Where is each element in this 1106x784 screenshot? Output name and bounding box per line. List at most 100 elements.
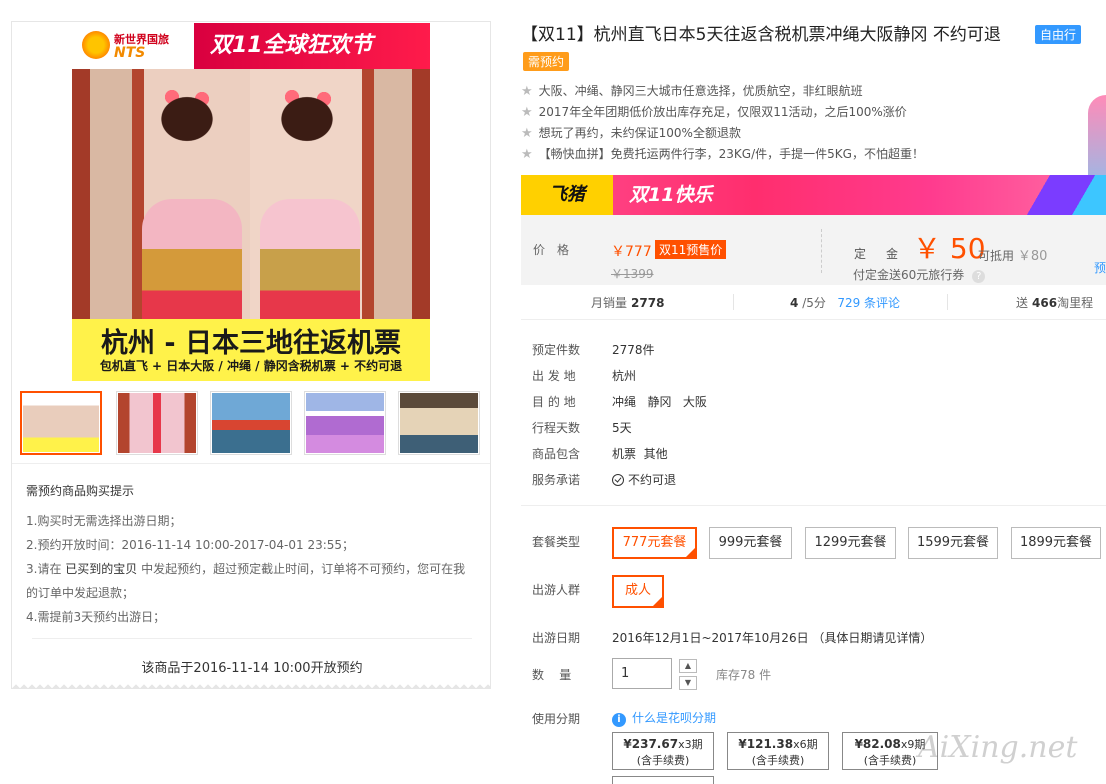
points-count: 466 — [1032, 296, 1058, 310]
installment-amount: ¥121.38 — [738, 737, 794, 751]
caption-subtitle: 包机直飞 + 日本大阪 / 冲绳 / 静冈含税机票 + 不约可退 — [99, 359, 403, 373]
thumbnail-image — [400, 393, 478, 453]
huabei-help-link[interactable]: i 什么是花呗分期 — [612, 709, 716, 727]
info-key: 商品包含 — [532, 447, 581, 461]
thumbnail-5[interactable] — [398, 391, 480, 455]
usable-prefix: 可抵用 — [978, 249, 1015, 263]
check-circle-icon — [612, 474, 624, 486]
deposit-label: 定金 — [854, 247, 919, 261]
quantity-increase-button[interactable]: ▲ — [679, 659, 697, 673]
tip-line-3-cont: 的订单中发起退款； — [26, 586, 135, 600]
double11-banner: 双11全球狂欢节 — [194, 23, 430, 69]
kimono-photo — [72, 69, 430, 365]
info-value: 冲绳 静冈 大阪 — [612, 395, 707, 409]
installment-amount: ¥237.67 — [623, 737, 679, 751]
installment-fee: (含手续费) — [863, 754, 917, 767]
points: 送 466淘里程 — [1016, 294, 1093, 311]
coupon-note: 付定金送60元旅行券? — [853, 266, 986, 283]
tips-title: 需预约商品购买提示 — [26, 484, 135, 498]
huabei-link-text: 什么是花呗分期 — [632, 711, 717, 725]
watermark: AiXing.net — [918, 730, 1078, 765]
original-price: ￥1399 — [611, 267, 654, 281]
installment-period: x3期 — [678, 738, 703, 751]
bought-items-link[interactable]: 已买到的宝贝 — [65, 562, 137, 576]
stat-divider — [733, 294, 734, 310]
info-value: 2778件 — [612, 343, 655, 357]
crowd-label: 出游人群 — [532, 583, 581, 597]
image-banner: 新世界国旅 NTS 双11全球狂欢节 — [72, 23, 430, 69]
feature-item: ★ 大阪、冲绳、静冈三大城市任意选择，优质航空，非红眼航班 — [521, 81, 1081, 102]
deposit-usable: 可抵用 ￥80 — [978, 245, 1047, 264]
feature-item: ★ 想玩了再约，未约保证100%全额退款 — [521, 123, 1081, 144]
promo-text: 双11快乐 — [629, 184, 713, 206]
star-icon: ★ — [521, 84, 533, 99]
package-option-1299[interactable]: 1299元套餐 — [805, 527, 896, 559]
info-key: 预定件数 — [532, 343, 581, 357]
quantity-input[interactable] — [612, 658, 672, 689]
info-row-destination: 目 的 地 冲绳 静冈 大阪 — [532, 393, 1032, 410]
tip-line-2: 2.预约开放时间：2016-11-14 10:00-2017-04-01 23:… — [26, 538, 355, 552]
package-option-1899[interactable]: 1899元套餐 — [1011, 527, 1101, 559]
date-label: 出游日期 — [532, 631, 581, 645]
tip-text: 中发起预约，超过预定截止时间，订单将不可预约，您可在我 — [141, 562, 466, 576]
stats-bar: 月销量 2778 4 /5分 729 条评论 送 466淘里程 — [521, 286, 1106, 320]
thumbnail-image — [118, 393, 196, 453]
thumbnail-3[interactable] — [210, 391, 292, 455]
feature-text: 【畅快血拼】免费托运两件行李，23KG/件，手提一件5KG，不怕超重！ — [538, 147, 924, 161]
info-row-service: 服务承诺 不约可退 — [532, 471, 1032, 488]
info-value: 5天 — [612, 421, 632, 435]
points-prefix: 送 — [1016, 296, 1029, 310]
promo-decoration — [1016, 175, 1106, 215]
thumbnail-image — [212, 393, 290, 453]
installment-fee: (含手续费) — [636, 754, 690, 767]
package-label: 套餐类型 — [532, 535, 581, 549]
thumbnail-image — [23, 394, 99, 452]
product-title: 【双11】杭州直飞日本5天往返含税机票冲绳大阪静冈 不约可退 — [521, 25, 1001, 45]
installment-option-6[interactable]: ¥121.38x6期 (含手续费) — [727, 732, 829, 770]
image-caption: 杭州 - 日本三地往返机票 包机直飞 + 日本大阪 / 冲绳 / 静冈含税机票 … — [72, 319, 430, 381]
thumbnail-strip — [20, 391, 484, 455]
fliggy-logo: 飞猪 — [521, 175, 613, 215]
thumbnail-image — [306, 393, 384, 453]
package-option-1599[interactable]: 1599元套餐 — [908, 527, 998, 559]
feature-item: ★ 2017年全年团期低价放出库存充足，仅限双11活动，之后100%涨价 — [521, 102, 1081, 123]
sun-icon — [82, 31, 110, 59]
feature-list: ★ 大阪、冲绳、静冈三大城市任意选择，优质航空，非红眼航班 ★ 2017年全年团期低… — [521, 81, 1081, 165]
main-product-image[interactable]: 新世界国旅 NTS 双11全球狂欢节 杭州 - 日本三地往返机票 包机直飞 + … — [72, 23, 430, 381]
tip-line-1: 1.购买时无需选择出游日期； — [26, 514, 182, 528]
info-key: 目 的 地 — [532, 395, 576, 409]
feature-text: 2017年全年团期低价放出库存充足，仅限双11活动，之后100%涨价 — [538, 105, 907, 119]
installment-option-12[interactable] — [612, 776, 714, 784]
star-icon: ★ — [521, 147, 533, 162]
coupon-text: 付定金送60元旅行券 — [853, 268, 965, 282]
info-row-days: 行程天数 5天 — [532, 419, 1032, 436]
tip-line-4: 4.需提前3天预约出游日； — [26, 610, 166, 624]
package-option-999[interactable]: 999元套餐 — [709, 527, 792, 559]
help-icon[interactable]: ? — [972, 270, 986, 283]
thumbnail-1[interactable] — [20, 391, 102, 455]
pre-order-link[interactable]: 预 — [1094, 259, 1106, 276]
promo-banner: 飞猪 双11快乐 — [521, 175, 1106, 215]
info-value: 机票 其他 — [612, 447, 668, 461]
info-key: 出 发 地 — [532, 369, 576, 383]
quantity-decrease-button[interactable]: ▼ — [679, 676, 697, 690]
caption-title: 杭州 - 日本三地往返机票 — [100, 328, 401, 359]
tip-line-3: 3.请在 已买到的宝贝 中发起预约，超过预定截止时间，订单将不可预约，您可在我 — [26, 557, 476, 581]
info-row-includes: 商品包含 机票 其他 — [532, 445, 1032, 462]
feature-text: 大阪、冲绳、静冈三大城市任意选择，优质航空，非红眼航班 — [538, 84, 863, 98]
thumbnail-4[interactable] — [304, 391, 386, 455]
tip-text: 3.请在 — [26, 562, 62, 576]
points-suffix: 淘里程 — [1057, 296, 1094, 310]
info-key: 行程天数 — [532, 421, 581, 435]
rating-score: 4 — [790, 296, 799, 310]
installment-amount: ¥82.08 — [854, 737, 901, 751]
crowd-option-adult[interactable]: 成人 — [612, 575, 664, 608]
info-icon: i — [612, 713, 626, 727]
section-divider — [521, 505, 1106, 506]
package-option-777[interactable]: 777元套餐 — [612, 527, 697, 559]
star-icon: ★ — [521, 105, 533, 120]
reviews-link[interactable]: 729 条评论 — [837, 296, 900, 310]
rating-suffix: /5分 — [802, 296, 826, 310]
installment-option-3[interactable]: ¥237.67x3期 (含手续费) — [612, 732, 714, 770]
thumbnail-2[interactable] — [116, 391, 198, 455]
